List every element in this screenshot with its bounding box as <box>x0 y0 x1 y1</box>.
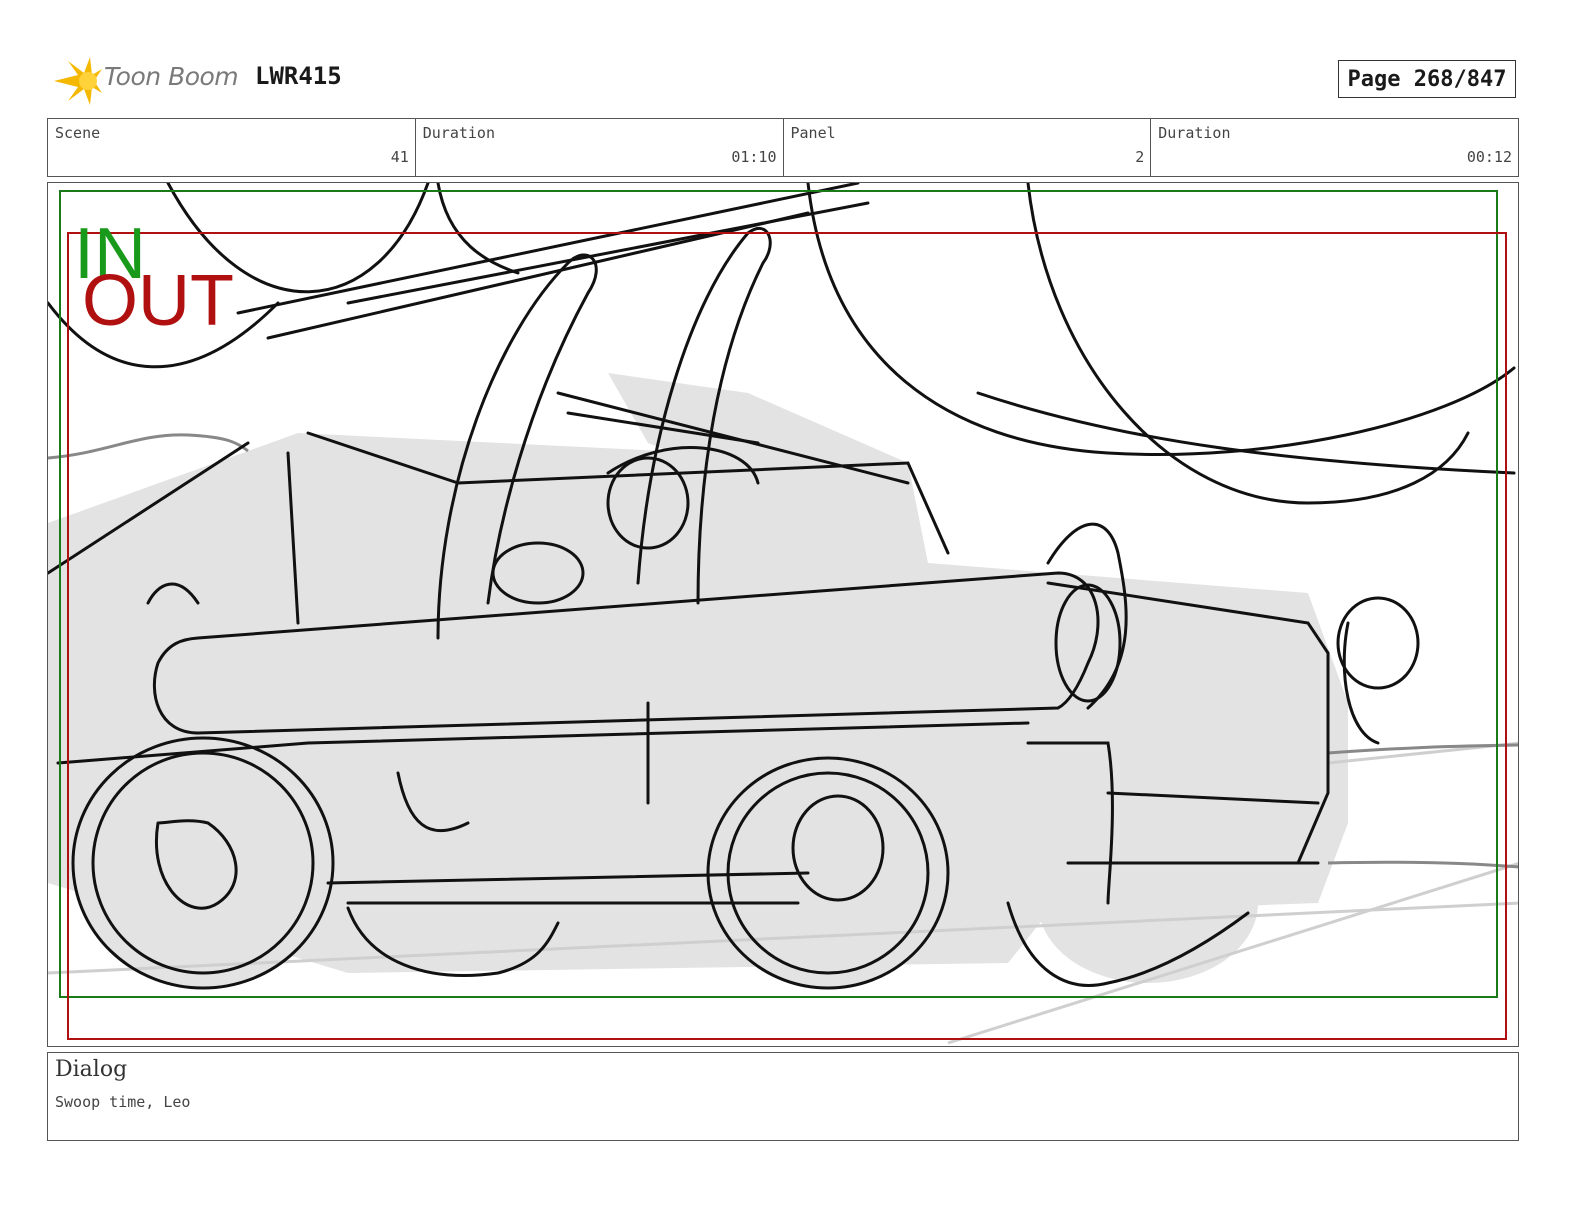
scene-duration-value: 01:10 <box>731 148 777 166</box>
panel-cell: Panel 2 <box>784 119 1152 176</box>
panel-value: 2 <box>1135 148 1145 166</box>
panel-duration-cell: Duration 00:12 <box>1151 119 1518 176</box>
storyboard-sketch: IN OUT <box>48 183 1518 1045</box>
project-code: LWR415 <box>255 62 342 90</box>
dialog-box: Dialog Swoop time, Leo <box>47 1052 1519 1141</box>
out-label: OUT <box>82 261 234 341</box>
storyboard-panel: IN OUT <box>47 182 1519 1047</box>
dialog-title: Dialog <box>55 1057 128 1082</box>
panel-duration-label: Duration <box>1158 124 1231 142</box>
page-indicator: Page 268/847 <box>1338 60 1516 98</box>
dialog-text: Swoop time, Leo <box>55 1093 191 1111</box>
panel-duration-value: 00:12 <box>1466 148 1512 166</box>
panel-label: Panel <box>790 124 836 142</box>
logo-wordmark: Toon Boom <box>104 62 239 91</box>
scene-label: Scene <box>55 124 101 142</box>
scene-duration-label: Duration <box>422 124 495 142</box>
scene-value: 41 <box>390 148 409 166</box>
scene-duration-cell: Duration 01:10 <box>416 119 784 176</box>
scene-info-row: Scene 41 Duration 01:10 Panel 2 Duration… <box>47 118 1519 177</box>
scene-cell: Scene 41 <box>48 119 416 176</box>
